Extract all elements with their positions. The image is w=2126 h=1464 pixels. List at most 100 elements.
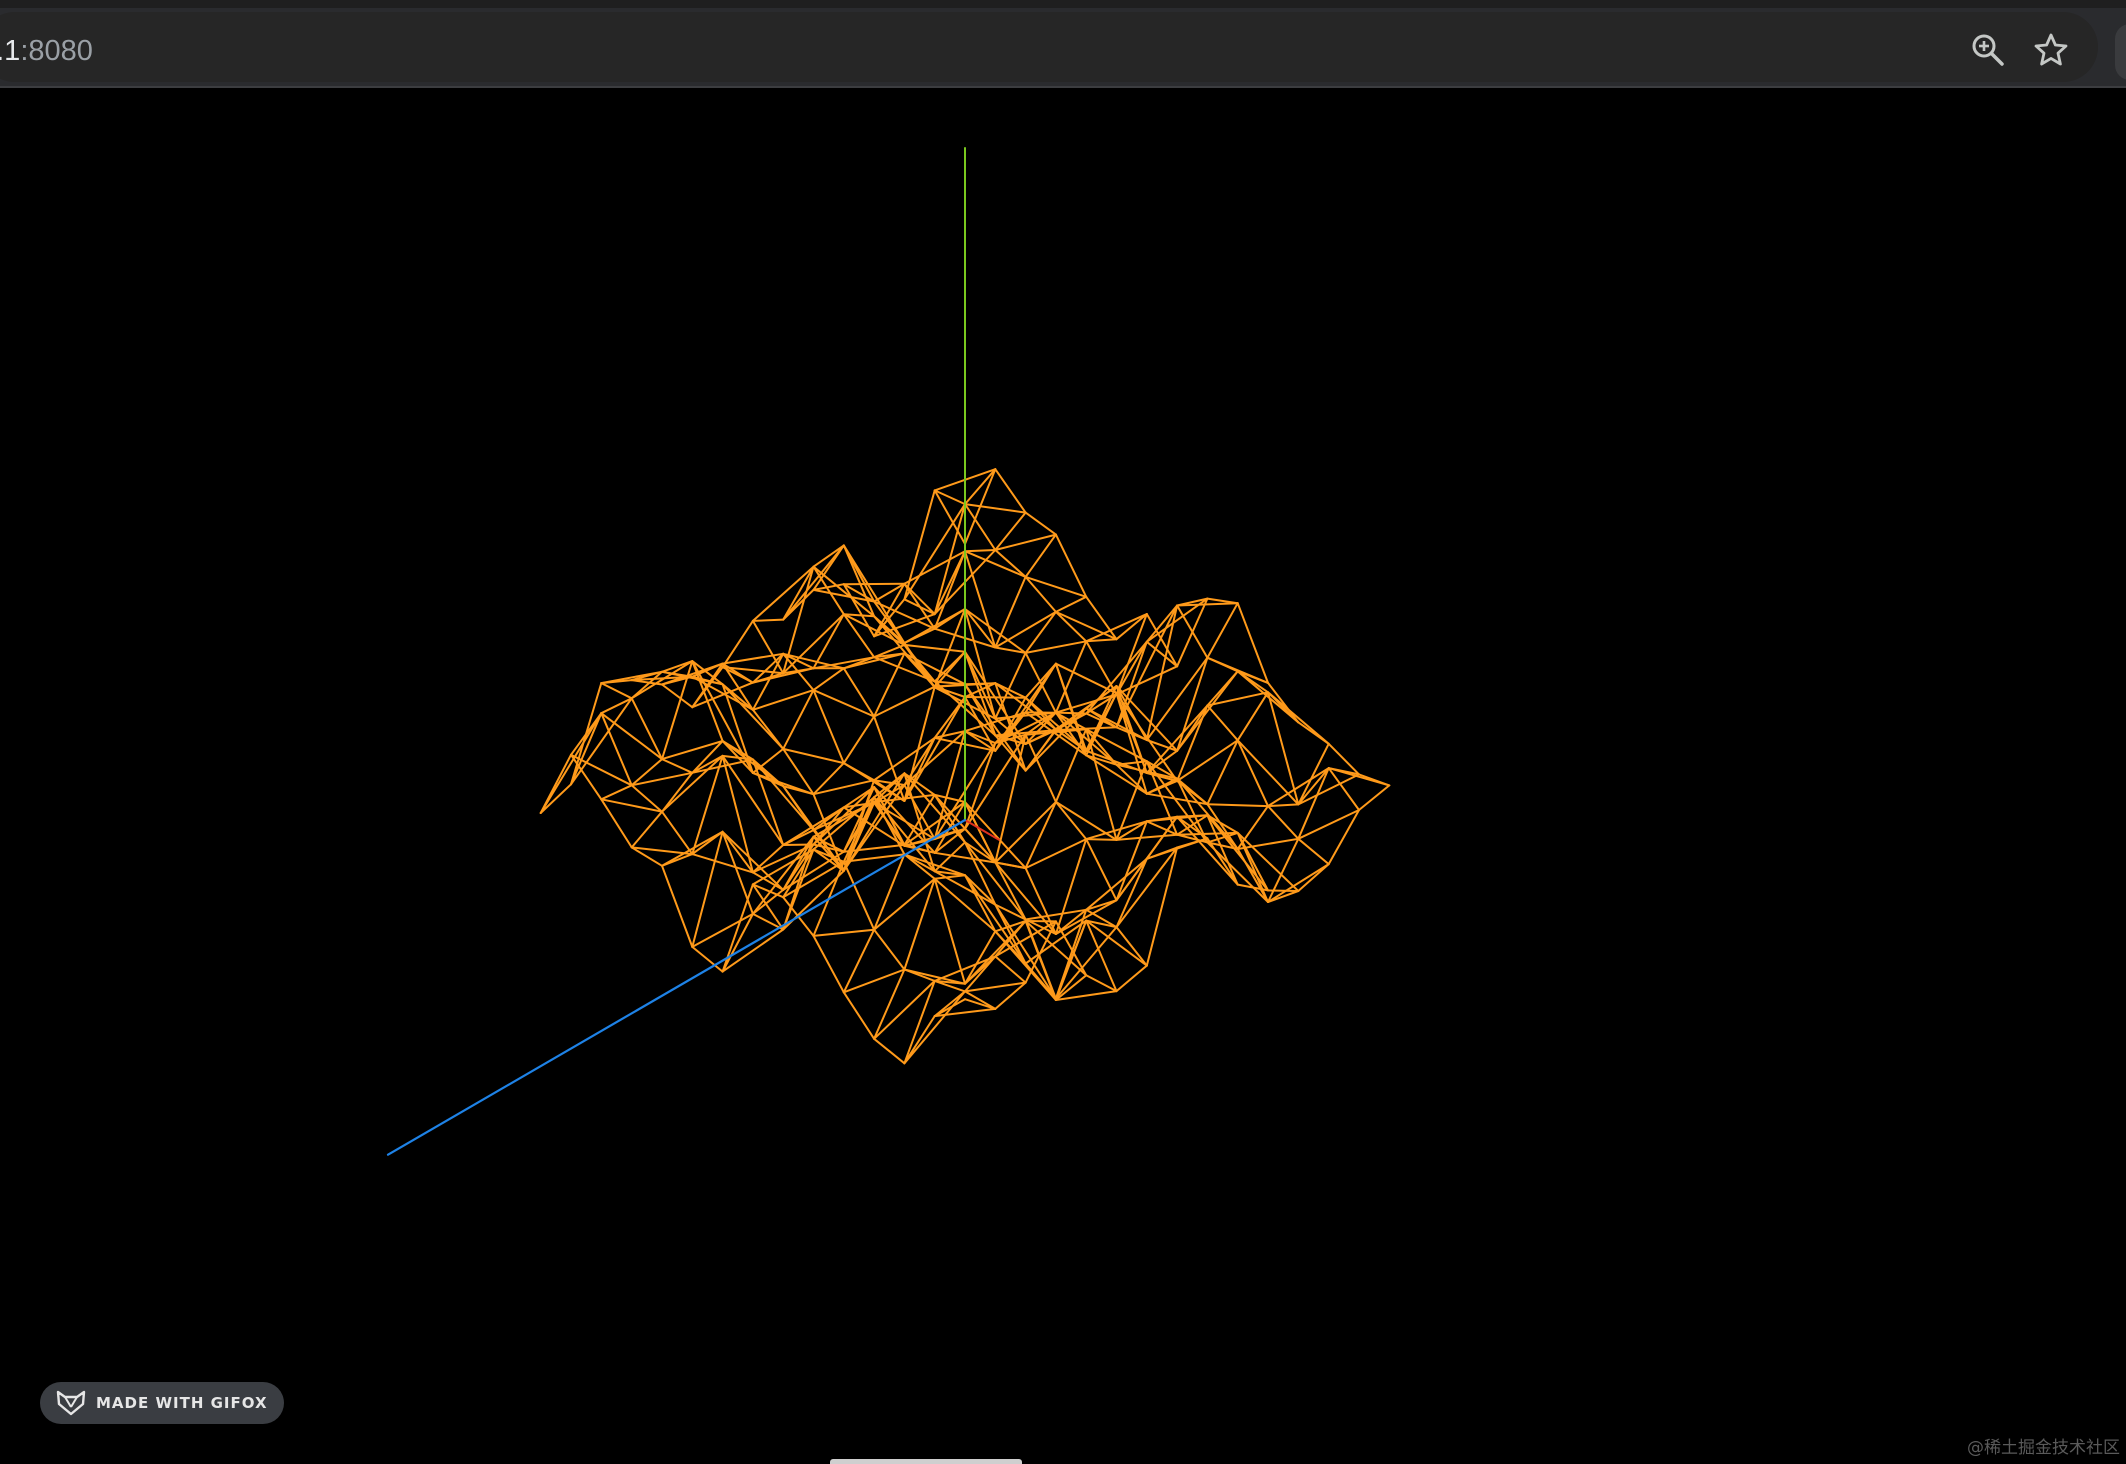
mesh-edge <box>933 874 966 880</box>
browser-toolbar: 0.1:8080 <box>0 8 2126 88</box>
mesh-edge <box>1327 767 1391 787</box>
mesh-edge <box>1085 974 1118 993</box>
mesh-edge <box>1054 800 1088 841</box>
mesh-edge <box>812 762 845 796</box>
mesh-edge <box>600 798 663 813</box>
mesh-edge <box>994 468 1027 514</box>
mesh-edge <box>873 928 906 971</box>
mesh-edge <box>600 784 633 801</box>
mesh-edge <box>1267 803 1300 808</box>
mesh-edge <box>721 830 754 915</box>
z-axis-line <box>386 818 967 1156</box>
mesh-edge <box>1236 602 1269 684</box>
scrollbar-thumb[interactable] <box>830 1459 1022 1464</box>
mesh-edge <box>842 991 876 1040</box>
mesh-edge <box>812 934 845 994</box>
axes-helper <box>386 147 1000 1156</box>
mesh-edge <box>842 860 876 931</box>
watermark-text: @稀土掘金技术社区 <box>1967 1438 2120 1458</box>
mesh-edge <box>630 697 663 761</box>
mesh-edge <box>903 652 966 686</box>
mesh-edge <box>903 503 966 601</box>
mesh-edge <box>721 754 754 874</box>
mesh-edge <box>661 864 694 948</box>
mesh-edge <box>1024 640 1088 654</box>
mesh-edge <box>1085 838 1118 902</box>
mesh-edge <box>782 652 815 670</box>
mesh-edge <box>994 575 1027 649</box>
mesh-edge <box>903 696 966 802</box>
mesh-edge <box>1176 656 1209 752</box>
mesh-edge <box>782 544 845 621</box>
mesh-edge <box>691 758 754 774</box>
mesh-edge <box>812 667 845 692</box>
mesh-edge <box>903 582 936 616</box>
mesh-edge <box>1115 820 1148 902</box>
mesh-edge <box>1358 784 1391 811</box>
mesh-edge <box>661 758 694 774</box>
mesh-edge <box>964 549 997 553</box>
mesh-edge <box>873 685 936 718</box>
mesh-edge <box>1297 773 1360 806</box>
address-bar[interactable]: 0.1:8080 <box>0 12 2098 82</box>
mesh-edge <box>600 682 633 700</box>
webgl-canvas[interactable] <box>0 90 2126 1464</box>
gifox-label: MADE WITH GIFOX <box>96 1394 268 1412</box>
mesh-edge <box>721 754 785 846</box>
url-host: 0.1 <box>0 35 21 67</box>
mesh-edge <box>721 683 785 750</box>
mesh-edge <box>812 613 845 670</box>
mesh-edge <box>751 619 785 675</box>
mesh-edge <box>964 696 1027 699</box>
mesh-edge <box>1297 837 1330 866</box>
mesh-edge <box>1176 604 1209 659</box>
mesh-edge <box>539 712 603 814</box>
mesh-edge <box>721 830 785 891</box>
mesh-edge <box>933 801 966 854</box>
mesh-edge <box>721 662 754 684</box>
mesh-edge <box>842 715 876 765</box>
mesh-edge <box>1085 857 1148 911</box>
mesh-edge <box>691 830 724 948</box>
mesh-edge <box>1236 831 1269 892</box>
profile-button-edge[interactable] <box>2115 24 2126 80</box>
mesh-edge <box>964 874 997 933</box>
mesh-edge <box>903 652 936 688</box>
mesh-edge <box>842 762 876 782</box>
mesh-edge <box>964 503 1027 514</box>
mesh-edge <box>630 810 663 849</box>
terrain-scene <box>386 147 1391 1156</box>
mesh-edge <box>691 853 754 874</box>
mesh-edge <box>600 798 633 849</box>
mesh-edge <box>751 618 785 622</box>
mesh-edge <box>1085 838 1118 841</box>
mesh-edge <box>873 801 906 846</box>
mesh-edge <box>903 643 966 653</box>
zoom-in-icon[interactable] <box>1968 30 2008 70</box>
url-text[interactable]: 0.1:8080 <box>0 34 93 68</box>
mesh-edge <box>721 928 785 973</box>
gifox-badge: MADE WITH GIFOX <box>40 1382 284 1424</box>
mesh-edge <box>1024 838 1088 870</box>
mesh-edge <box>600 670 663 685</box>
mesh-edge <box>1054 920 1088 977</box>
mesh-edge <box>1024 511 1057 536</box>
mesh-edge <box>842 613 876 659</box>
mesh-edge <box>1115 692 1179 782</box>
mesh-edge <box>1206 704 1239 742</box>
mesh-edge <box>1267 805 1300 840</box>
mesh-edge <box>1236 739 1269 808</box>
mesh-edge <box>1145 640 1179 668</box>
mesh-edge <box>933 851 997 864</box>
mesh-edge <box>1206 656 1239 673</box>
mesh-edge <box>994 610 1057 649</box>
mesh-edge <box>1024 610 1057 654</box>
window-top-strip <box>0 0 2126 8</box>
mesh-edge <box>964 841 1027 921</box>
star-icon[interactable] <box>2031 30 2071 70</box>
mesh-edge <box>691 945 724 973</box>
fox-icon <box>56 1390 86 1416</box>
mesh-edge <box>933 955 997 982</box>
mesh-edge <box>539 753 572 814</box>
mesh-edge <box>1054 610 1088 643</box>
